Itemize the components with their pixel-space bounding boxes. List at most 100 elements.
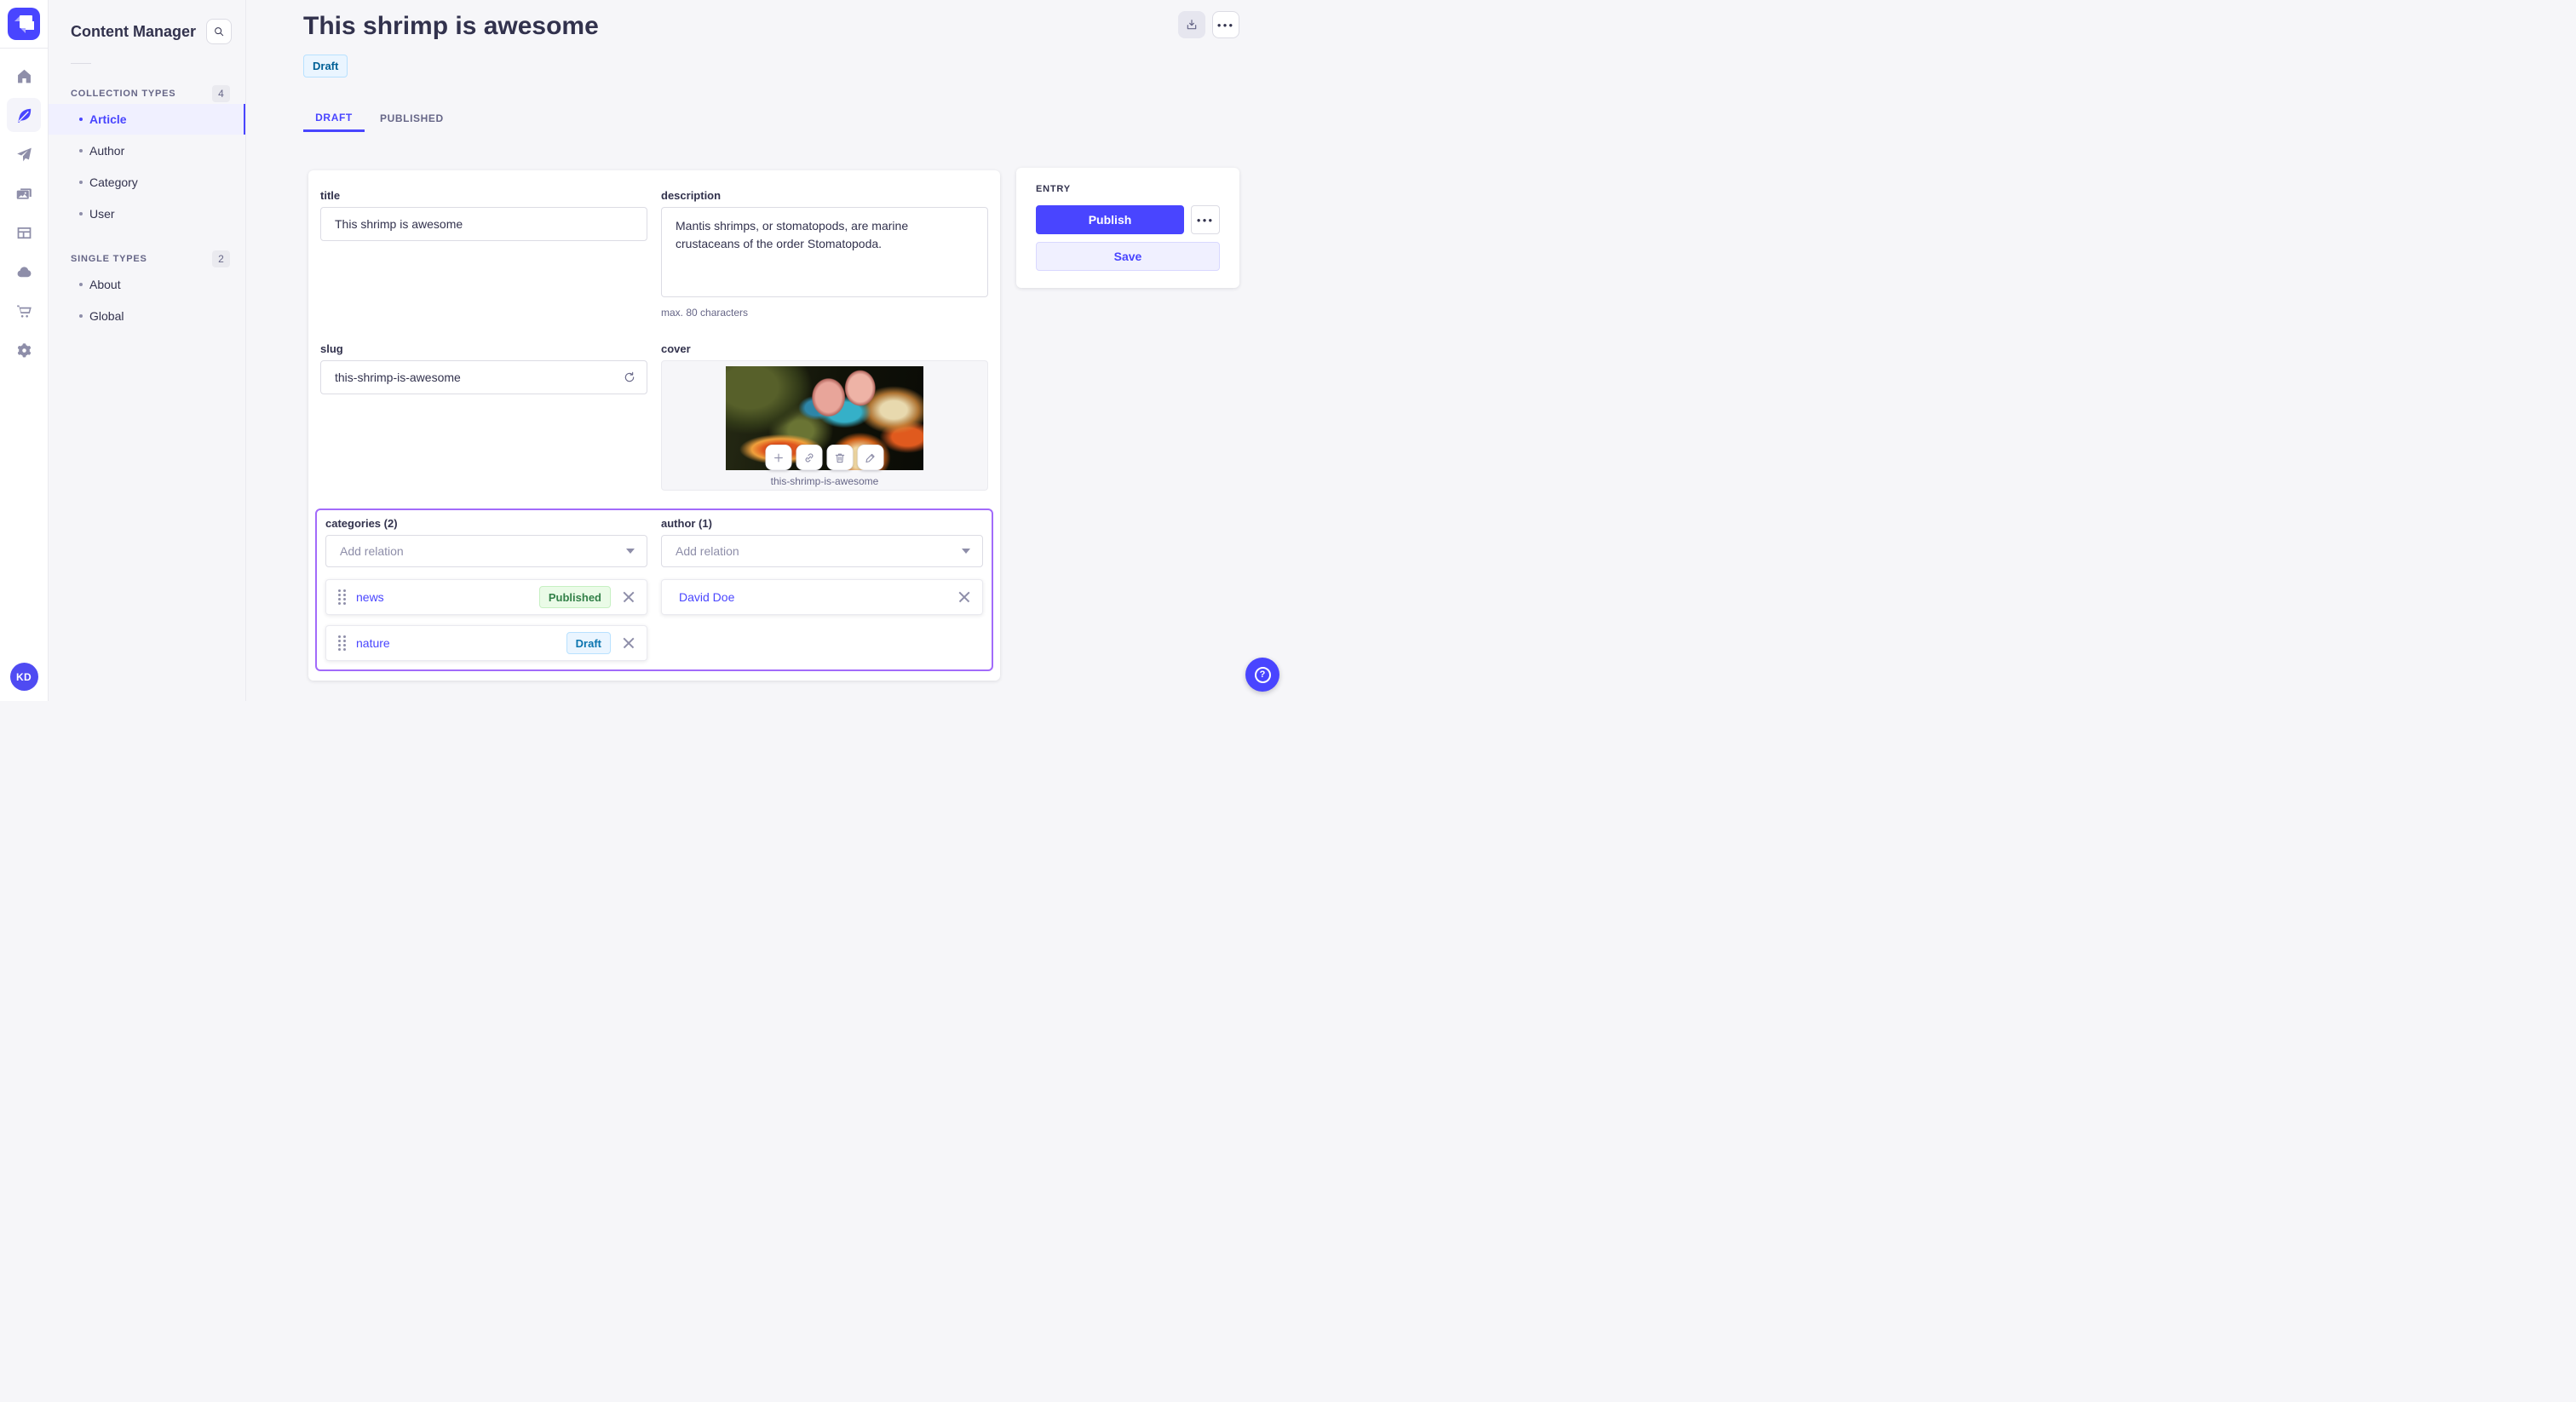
sidebar-item-article[interactable]: Article [49,104,245,135]
marketplace-cart-icon [16,305,32,318]
description-field-label: description [661,189,722,202]
categories-field-label: categories (2) [325,517,398,530]
author-field-label: author (1) [661,517,712,530]
layout-icon [17,227,31,238]
nav-content-manager-button[interactable] [7,98,41,132]
export-download-button[interactable] [1178,11,1205,38]
title-input[interactable] [320,207,647,241]
author-add-relation-input[interactable] [661,535,983,567]
nav-home-button[interactable] [7,59,41,93]
regenerate-slug-icon[interactable] [623,371,636,384]
cover-actions [765,445,884,470]
relation-status-badge: Draft [566,632,611,654]
relation-link-news[interactable]: news [356,590,384,604]
sidebar-item-category[interactable]: Category [49,167,245,198]
relation-row-david-doe: David Doe [661,579,983,615]
bullet-icon [79,212,83,215]
tab-published[interactable]: PUBLISHED [365,105,459,132]
nav-media-library-button[interactable] [7,176,41,210]
entry-more-button[interactable]: ●●● [1191,205,1220,234]
strapi-logo[interactable] [8,8,40,40]
sidebar-item-about[interactable]: About [49,269,245,300]
single-types-header: SINGLE TYPES 2 [49,250,245,268]
sidebar-item-author[interactable]: Author [49,135,245,166]
bullet-icon [79,118,83,121]
sidebar-item-label: Article [89,112,127,126]
bullet-icon [79,314,83,318]
header-more-button[interactable]: ●●● [1212,11,1239,38]
save-button[interactable]: Save [1036,242,1220,271]
sidebar-title: Content Manager [71,22,197,40]
cover-field-label: cover [661,342,691,355]
remove-relation-icon[interactable] [958,591,970,603]
remove-relation-icon[interactable] [623,637,635,649]
slug-field: slug [320,342,647,394]
nav-content-type-builder-button[interactable] [7,215,41,250]
collection-types-header: COLLECTION TYPES 4 [49,84,245,103]
help-button[interactable]: ? [1245,658,1279,692]
trash-icon [835,453,845,463]
sidebar-item-label: Author [89,144,125,158]
strapi-app: KD Content Manager COLLECTION TYPES 4 Ar… [0,0,1288,701]
main-navbar: KD [0,0,49,701]
cover-copy-link-button[interactable] [796,445,823,470]
bullet-icon [79,283,83,286]
drag-handle-icon[interactable] [338,635,346,651]
sidebar-item-label: Global [89,309,124,323]
nav-deploy-button[interactable] [7,255,41,289]
home-icon [17,69,31,83]
cover-field: cover this-shrimp-is-awesome [661,342,988,491]
media-library-icon [16,187,32,199]
tab-draft[interactable]: DRAFT [303,105,365,132]
categories-add-relation [325,535,647,567]
nav-marketplace-button[interactable] [7,294,41,328]
sidebar-item-global[interactable]: Global [49,301,245,331]
cover-add-button[interactable] [765,445,792,470]
question-mark-icon: ? [1254,666,1271,683]
sidebar-divider [71,63,91,64]
collection-types-label: COLLECTION TYPES [71,89,176,99]
main-content: This shrimp is awesome ●●● Draft DRAFT P… [246,0,1288,701]
nav-release-button[interactable] [7,137,41,171]
settings-gear-icon [17,342,31,357]
cover-delete-button[interactable] [826,445,854,470]
single-types-count-badge: 2 [212,250,230,267]
bullet-icon [79,149,83,152]
sidebar-item-user[interactable]: User [49,198,245,229]
collection-types-count-badge: 4 [212,85,230,102]
relations-component: categories (2) news Published [315,509,993,671]
relation-link-nature[interactable]: nature [356,636,390,650]
bullet-icon [79,181,83,184]
sidebar-item-label: User [89,207,115,221]
title-field-label: title [320,189,341,202]
categories-field: categories (2) news Published [325,517,647,661]
relation-status-badge: Published [538,586,611,608]
navbar-icon-list [7,59,41,367]
send-plane-icon [16,147,32,161]
search-button[interactable] [206,19,232,44]
link-icon [805,452,814,463]
relation-row-news: news Published [325,579,647,615]
description-textarea[interactable]: Mantis shrimps, or stomatopods, are mari… [661,207,988,297]
sidebar-item-label: Category [89,175,138,189]
single-types-label: SINGLE TYPES [71,254,147,264]
cover-edit-button[interactable] [857,445,884,470]
cover-panel: this-shrimp-is-awesome [661,360,988,491]
user-avatar[interactable]: KD [9,663,38,691]
relation-link-david-doe[interactable]: David Doe [679,590,734,604]
categories-add-relation-input[interactable] [325,535,647,567]
remove-relation-icon[interactable] [623,591,635,603]
download-icon [1187,20,1197,30]
sidebar-item-label: About [89,278,121,291]
nav-settings-button[interactable] [7,333,41,367]
cover-caption: this-shrimp-is-awesome [770,475,879,487]
drag-handle-icon[interactable] [338,589,346,605]
publish-button[interactable]: Publish [1036,205,1184,234]
title-field: title [320,189,647,241]
content-manager-sidebar: Content Manager COLLECTION TYPES 4 Artic… [49,0,246,701]
author-field: author (1) David Doe [661,517,983,615]
slug-input[interactable] [320,360,647,394]
page-title: This shrimp is awesome [303,12,599,40]
content-manager-feather-icon [17,108,31,123]
entry-panel: ENTRY Publish ●●● Save [1016,168,1239,288]
